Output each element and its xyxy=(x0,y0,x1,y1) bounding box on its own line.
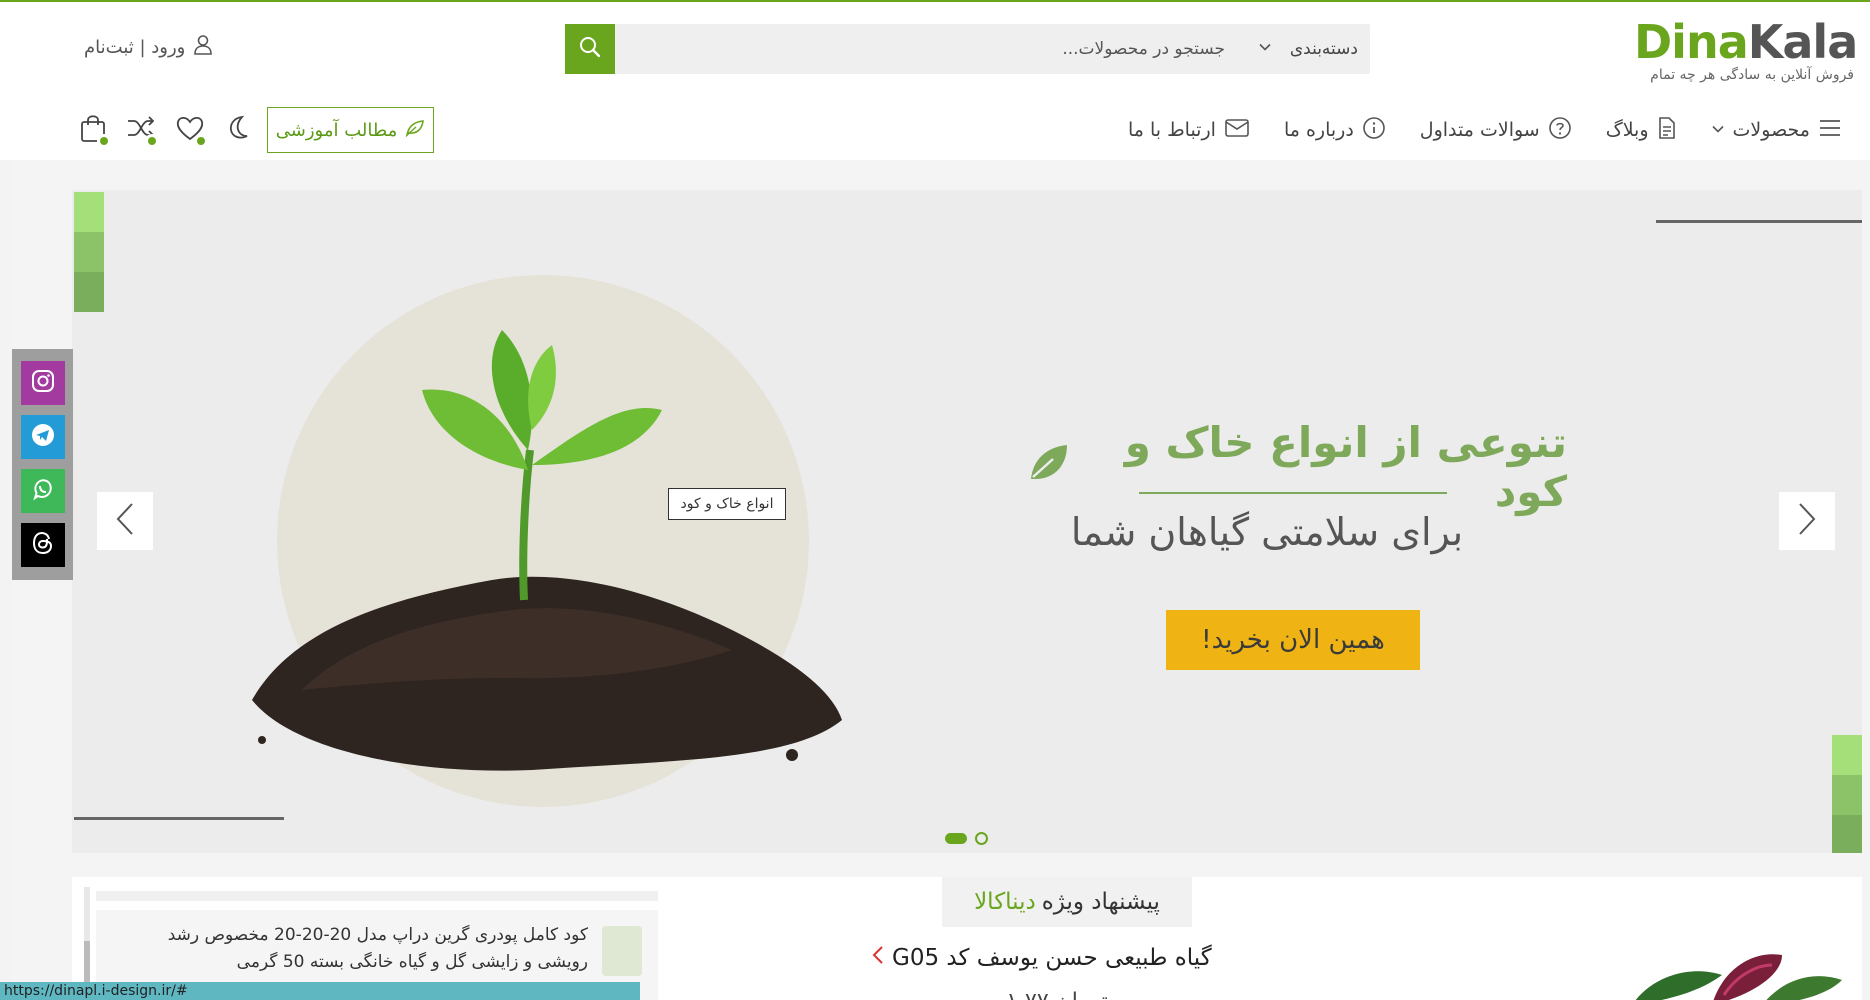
question-icon xyxy=(1548,116,1572,145)
buy-now-button[interactable]: همین الان بخرید! xyxy=(1166,610,1420,670)
nav-products[interactable]: محصولات xyxy=(1711,118,1842,143)
offer-tab-brand: دیناکالا xyxy=(974,889,1036,915)
offer-product-price: ۱,۷۷ تومان xyxy=(932,989,1182,1000)
nav-blog-label: وبلاگ xyxy=(1605,119,1649,141)
telegram-icon xyxy=(30,422,56,452)
instagram-icon xyxy=(30,368,56,398)
logo-dina: Dina xyxy=(1634,15,1749,69)
wishlist-button[interactable] xyxy=(172,112,208,148)
search-button[interactable] xyxy=(565,24,615,74)
nav-about[interactable]: درباره ما xyxy=(1284,116,1386,145)
image-tooltip: انواع خاک و کود xyxy=(668,488,786,520)
title-underline xyxy=(1139,492,1447,494)
compare-button[interactable] xyxy=(123,112,159,148)
site-logo[interactable]: DinaKala فروش آنلاین به سادگی هر چه تمام xyxy=(1634,15,1858,84)
telegram-button[interactable] xyxy=(21,415,65,459)
site-header: DinaKala فروش آنلاین به سادگی هر چه تمام… xyxy=(0,2,1870,160)
main-nav: محصولات وبلاگ سوالات متداول درباره ما ار… xyxy=(1128,112,1842,148)
slider-dot-2[interactable] xyxy=(975,832,988,845)
search-icon xyxy=(578,35,602,63)
dark-mode-toggle[interactable] xyxy=(220,112,256,148)
mail-icon xyxy=(1224,118,1250,143)
category-label: دسته‌بندی xyxy=(1289,39,1358,59)
decor-square xyxy=(1832,815,1862,853)
wishlist-badge xyxy=(194,134,208,148)
side-item-title: کود کامل پودری گرین دراپ مدل 20-20-20 مخ… xyxy=(167,925,588,972)
edu-button-label: مطالب آموزشی xyxy=(275,119,398,141)
logo-tagline: فروش آنلاین به سادگی هر چه تمام xyxy=(1650,67,1854,83)
login-label: ورود | ثبت‌نام xyxy=(84,37,186,58)
slide-subtitle: برای سلامتی گیاهان شما xyxy=(1070,510,1464,554)
decor-square xyxy=(1832,735,1862,775)
user-icon xyxy=(193,34,213,61)
login-link[interactable]: ورود | ثبت‌نام xyxy=(84,34,213,61)
compare-badge xyxy=(145,134,159,148)
product-thumbnail xyxy=(602,926,642,976)
nav-faq[interactable]: سوالات متداول xyxy=(1420,116,1572,145)
whatsapp-button[interactable] xyxy=(21,469,65,513)
search-input[interactable]: جستجو در محصولات... xyxy=(1062,24,1225,74)
decor-line xyxy=(1656,220,1862,223)
decor-square xyxy=(74,232,104,272)
threads-button[interactable] xyxy=(21,523,65,567)
hero-slider: تنوعی از انواع خاک و کود برای سلامتی گیا… xyxy=(72,190,1862,853)
decor-square xyxy=(1832,775,1862,815)
chevron-right-icon xyxy=(1796,501,1818,541)
social-sidebar xyxy=(12,349,73,580)
nav-faq-label: سوالات متداول xyxy=(1419,119,1540,141)
nav-contact-label: ارتباط با ما xyxy=(1127,119,1216,141)
slider-prev-button[interactable] xyxy=(97,492,153,550)
category-dropdown[interactable]: دسته‌بندی xyxy=(1258,24,1358,74)
leaf-icon xyxy=(1027,441,1071,493)
leaf-icon xyxy=(405,119,425,142)
menu-icon xyxy=(1818,118,1842,143)
threads-icon xyxy=(31,530,55,560)
chevron-down-icon xyxy=(1711,119,1725,141)
slider-pagination xyxy=(945,832,988,845)
status-bar-url: https://dinapl.i-design.ir/# xyxy=(0,982,640,1000)
instagram-button[interactable] xyxy=(21,361,65,405)
special-offer-tab[interactable]: پیشنهاد ویژه دیناکالا xyxy=(942,877,1192,927)
nav-blog[interactable]: وبلاگ xyxy=(1606,116,1677,145)
offer-product-title[interactable]: گیاه طبیعی حسن یوسف کد G05 xyxy=(872,945,1252,971)
logo-wordmark: DinaKala xyxy=(1634,15,1858,69)
chevron-left-icon xyxy=(114,501,136,541)
plant-soil-image xyxy=(252,330,842,771)
document-icon xyxy=(1657,116,1677,145)
nav-products-label: محصولات xyxy=(1732,119,1810,141)
nav-about-label: درباره ما xyxy=(1283,119,1354,141)
cart-badge xyxy=(97,134,111,148)
chevron-left-icon xyxy=(872,945,884,971)
slide-title: تنوعی از انواع خاک و کود xyxy=(1027,418,1567,516)
cart-button[interactable] xyxy=(75,112,111,148)
coleus-plant-image xyxy=(1635,954,1842,1000)
slider-dot-1[interactable] xyxy=(945,833,967,844)
edu-content-button[interactable]: مطالب آموزشی xyxy=(267,107,434,153)
search-bar: دسته‌بندی جستجو در محصولات... xyxy=(565,24,1370,74)
decor-square xyxy=(74,272,104,312)
offer-tab-prefix: پیشنهاد ویژه xyxy=(1041,889,1160,915)
moon-icon xyxy=(224,114,252,146)
decor-square xyxy=(74,192,104,232)
nav-contact[interactable]: ارتباط با ما xyxy=(1128,118,1250,143)
info-icon xyxy=(1362,116,1386,145)
chevron-down-icon xyxy=(1258,39,1272,59)
whatsapp-icon xyxy=(30,476,56,506)
slider-next-button[interactable] xyxy=(1779,492,1835,550)
side-list-item-partial xyxy=(96,891,658,901)
logo-kala: Kala xyxy=(1747,15,1858,69)
slide-title-text: تنوعی از انواع خاک و کود xyxy=(1124,418,1567,516)
offer-product-name: گیاه طبیعی حسن یوسف کد G05 xyxy=(892,945,1212,971)
